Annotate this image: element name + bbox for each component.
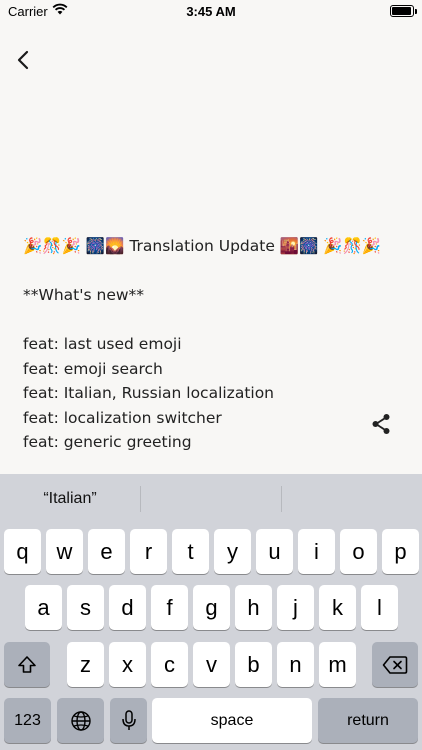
share-button[interactable] (369, 412, 393, 436)
key-r[interactable]: r (130, 529, 167, 574)
list-item: feat: emoji search (23, 359, 163, 378)
key-j[interactable]: j (277, 585, 314, 630)
key-m[interactable]: m (319, 642, 356, 687)
chevron-left-icon (17, 50, 29, 70)
backspace-icon (382, 655, 408, 674)
key-t[interactable]: t (172, 529, 209, 574)
key-z[interactable]: z (67, 642, 104, 687)
key-q[interactable]: q (4, 529, 41, 574)
suggestion-3[interactable] (282, 474, 422, 524)
return-key[interactable]: return (318, 698, 418, 743)
globe-icon (70, 710, 91, 731)
key-n[interactable]: n (277, 642, 314, 687)
key-p[interactable]: p (382, 529, 419, 574)
key-a[interactable]: a (25, 585, 62, 630)
post-text[interactable]: 🎉🎊🎉 🎆🌄 Translation Update 🌇🎆 🎉🎊🎉 **What'… (23, 234, 383, 455)
keyboard: “Italian” q w e r t y u i o p a s d f g … (0, 474, 422, 750)
status-bar: Carrier 3:45 AM (0, 0, 422, 22)
delete-key[interactable] (372, 642, 418, 687)
suggestion-2[interactable] (141, 474, 281, 524)
key-y[interactable]: y (214, 529, 251, 574)
key-h[interactable]: h (235, 585, 272, 630)
dictation-key[interactable] (110, 698, 147, 743)
post-title: 🎉🎊🎉 🎆🌄 Translation Update 🌇🎆 🎉🎊🎉 (23, 237, 382, 255)
space-key[interactable]: space (152, 698, 312, 743)
key-g[interactable]: g (193, 585, 230, 630)
suggestion-1[interactable]: “Italian” (0, 474, 140, 524)
list-item: feat: Italian, Russian localization (23, 384, 275, 402)
list-item: feat: last used emoji (23, 335, 182, 353)
post-heading: **What's new** (23, 286, 145, 304)
key-c[interactable]: c (151, 642, 188, 687)
key-w[interactable]: w (46, 529, 83, 574)
key-k[interactable]: k (319, 585, 356, 630)
share-icon (372, 414, 390, 434)
shift-key[interactable] (4, 642, 50, 687)
key-u[interactable]: u (256, 529, 293, 574)
key-f[interactable]: f (151, 585, 188, 630)
battery-icon (390, 5, 417, 17)
key-s[interactable]: s (67, 585, 104, 630)
key-b[interactable]: b (235, 642, 272, 687)
microphone-icon (121, 709, 136, 730)
list-item: feat: generic greeting (23, 433, 192, 451)
key-l[interactable]: l (361, 585, 398, 630)
key-v[interactable]: v (193, 642, 230, 687)
key-d[interactable]: d (109, 585, 146, 630)
globe-key[interactable] (57, 698, 104, 743)
shift-icon (18, 655, 36, 673)
clock: 3:45 AM (186, 4, 236, 19)
suggestion-bar: “Italian” (0, 474, 422, 524)
back-button[interactable] (12, 48, 36, 72)
numbers-key[interactable]: 123 (4, 698, 51, 743)
list-item: feat: localization switcher (23, 408, 222, 427)
key-x[interactable]: x (109, 642, 146, 687)
key-i[interactable]: i (298, 529, 335, 574)
key-e[interactable]: e (88, 529, 125, 574)
key-o[interactable]: o (340, 529, 377, 574)
